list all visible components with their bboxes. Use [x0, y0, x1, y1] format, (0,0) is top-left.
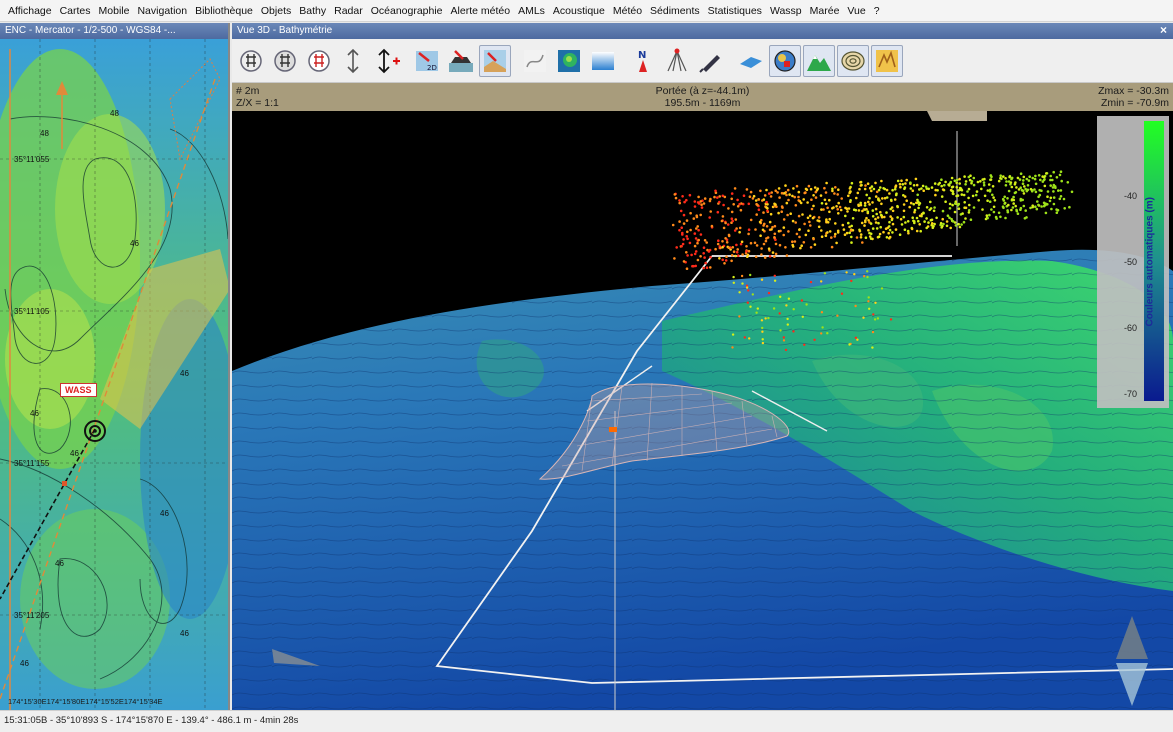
application-window: Affichage Cartes Mobile Navigation Bibliothè… [0, 0, 1173, 732]
depth-label: 46 [55, 559, 64, 568]
color-scale-title: Couleurs automatiques (m) [1144, 197, 1156, 327]
menu-bar: Affichage Cartes Mobile Navigation Bibliothè… [0, 0, 1173, 22]
chart-map[interactable]: WASS 35°11'055 35°11'105 35°11'155 35°11… [0, 39, 228, 710]
map-svg [0, 39, 228, 710]
ship-view-icon[interactable] [445, 45, 477, 77]
depth-label: 46 [160, 509, 169, 518]
depth-label: 46 [70, 449, 79, 458]
menu-item[interactable]: Sédiments [646, 5, 704, 17]
menu-item[interactable]: Vue [843, 5, 869, 17]
depth-label: 46 [180, 369, 189, 378]
close-button[interactable]: × [1157, 24, 1170, 37]
view-2d-icon[interactable]: 2D [411, 45, 443, 77]
grid-hash-red-icon[interactable] [303, 45, 335, 77]
bathymetry-3d-window: Vue 3D - Bathymétrie × 2D N # 2m Z/X = 1… [232, 23, 1173, 710]
grayscale-map-icon[interactable] [519, 45, 551, 77]
menu-item[interactable]: Affichage [4, 5, 56, 17]
map-panel-title: ENC - Mercator - 1/2-500 - WGS84 -... [0, 23, 228, 39]
menu-item[interactable]: Marée [806, 5, 844, 17]
menu-item[interactable]: Cartes [56, 5, 95, 17]
globe-cube-icon[interactable] [769, 44, 801, 77]
menu-item[interactable]: Acoustique [549, 5, 609, 17]
depth-label: 46 [30, 409, 39, 418]
view-info-bar: # 2m Z/X = 1:1 Portée (à z=-44.1m) 195.5… [232, 83, 1173, 111]
scale-tick-60: -60 [1124, 323, 1138, 333]
scene-svg [232, 111, 1173, 710]
vertical-add-icon[interactable] [371, 45, 403, 77]
menu-item[interactable]: Bathy [295, 5, 330, 17]
depth-label: 46 [180, 629, 189, 638]
depth-label: 48 [110, 109, 119, 118]
grid-hash-alt-icon[interactable] [269, 45, 301, 77]
menu-item[interactable]: Alerte météo [447, 5, 515, 17]
bathymetry-3d-scene[interactable]: Couleurs automatiques (m) -40 -50 -60 -7… [232, 111, 1173, 710]
depth-label: 46 [130, 239, 139, 248]
map-bottom-coords: 174°15'30E174°15'80E174°15'52E174°15'34E [8, 697, 163, 706]
lat-label: 35°11'055 [14, 155, 50, 164]
view3d-toolbar: 2D N [232, 39, 1173, 83]
seabed-view-icon[interactable] [479, 44, 511, 77]
menu-item[interactable]: AMLs [514, 5, 549, 17]
contour-icon[interactable] [837, 44, 869, 77]
svg-text:N: N [638, 50, 646, 61]
terrain-icon[interactable] [803, 44, 835, 77]
grid-hash-icon[interactable] [235, 45, 267, 77]
menu-item[interactable]: Wassp [766, 5, 806, 17]
scale-tick-70: -70 [1124, 389, 1138, 399]
zmin-label: Zmin = -70.9m [1101, 97, 1169, 109]
wass-label[interactable]: WASS [60, 383, 97, 397]
lat-label: 35°11'205 [14, 611, 50, 620]
range-values-label: 195.5m - 1169m [664, 97, 741, 109]
vertical-arrows-icon[interactable] [337, 45, 369, 77]
north-arrow-icon[interactable]: N [627, 45, 659, 77]
svg-text:2D: 2D [427, 64, 437, 72]
menu-item[interactable]: Météo [609, 5, 646, 17]
menu-item[interactable]: Mobile [95, 5, 134, 17]
color-relief-icon[interactable] [553, 45, 585, 77]
status-bar: 15:31:05B - 35°10'893 S - 174°15'870 E -… [0, 710, 1173, 732]
zmax-label: Zmax = -30.3m [1098, 85, 1169, 97]
enc-map-panel: ENC - Mercator - 1/2-500 - WGS84 -... WA… [0, 23, 230, 710]
menu-item[interactable]: Radar [330, 5, 367, 17]
menu-item[interactable]: Océanographie [367, 5, 447, 17]
menu-item[interactable]: Objets [257, 5, 295, 17]
sonar-beam-icon[interactable] [661, 45, 693, 77]
view3d-title: Vue 3D - Bathymétrie [232, 23, 1173, 39]
depth-label: 48 [40, 129, 49, 138]
menu-item[interactable]: ? [870, 5, 884, 17]
texture-icon[interactable] [871, 44, 903, 77]
menu-item[interactable]: Navigation [133, 5, 191, 17]
scale-tick-50: -50 [1124, 257, 1138, 267]
pen-tool-icon[interactable] [695, 45, 727, 77]
scale-tick-40: -40 [1124, 191, 1138, 201]
menu-item[interactable]: Statistiques [704, 5, 766, 17]
lat-label: 35°11'105 [14, 307, 50, 316]
water-surface-icon[interactable] [735, 45, 767, 77]
lat-label: 35°11'155 [14, 459, 50, 468]
menu-item[interactable]: Bibliothèque [191, 5, 257, 17]
gradient-icon[interactable] [587, 45, 619, 77]
depth-label: 46 [20, 659, 29, 668]
range-depth-label: Portée (à z=-44.1m) [655, 85, 750, 97]
